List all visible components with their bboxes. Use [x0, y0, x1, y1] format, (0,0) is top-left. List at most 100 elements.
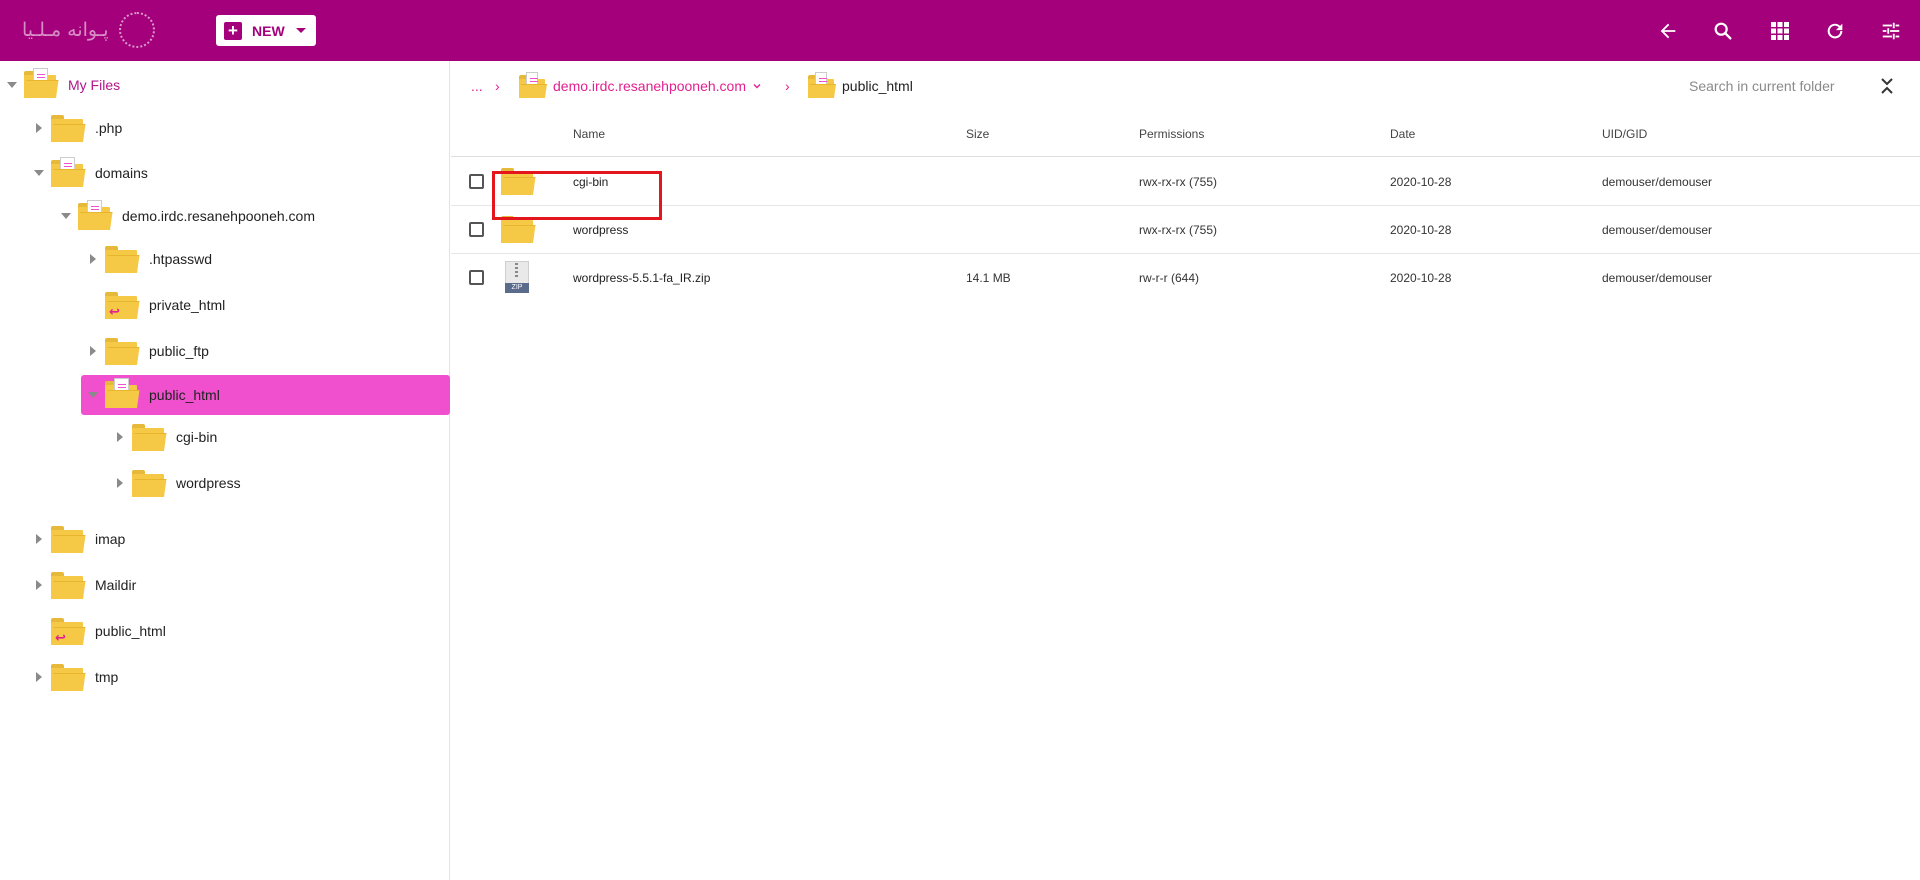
new-button[interactable]: + NEW	[216, 15, 316, 46]
folder-icon	[501, 216, 536, 243]
file-list-panel: ... › demo.irdc.resanehpooneh.com › publ…	[451, 61, 1920, 880]
search-icon[interactable]	[1708, 16, 1738, 46]
tree-item-maildir[interactable]: Maildir	[0, 566, 450, 604]
file-permissions: rw-r-r (644)	[1139, 271, 1199, 285]
folder-icon	[51, 115, 86, 142]
table-row[interactable]: cgi-bin rwx-rx-rx (755) 2020-10-28 demou…	[451, 158, 1920, 206]
expand-arrow-icon[interactable]	[33, 533, 45, 545]
folder-icon	[51, 664, 86, 691]
tree-item-public-ftp[interactable]: public_ftp	[0, 332, 450, 370]
tree-item-imap[interactable]: imap	[0, 520, 450, 558]
file-owner: demouser/demouser	[1602, 223, 1713, 237]
refresh-icon[interactable]	[1820, 16, 1850, 46]
tree-item-label: domains	[95, 165, 148, 181]
tree-item-tmp[interactable]: tmp	[0, 658, 450, 696]
zip-file-icon: ZIP	[505, 261, 529, 293]
chevron-right-icon: ›	[785, 78, 790, 94]
tree-item-label: .htpasswd	[149, 251, 213, 267]
tree-item-php[interactable]: .php	[0, 109, 450, 147]
caret-down-icon	[296, 28, 306, 33]
table-header: Name Size Permissions Date UID/GID	[451, 111, 1920, 157]
column-header-date[interactable]: Date	[1390, 127, 1415, 141]
file-owner: demouser/demouser	[1602, 271, 1713, 285]
file-date: 2020-10-28	[1390, 175, 1452, 189]
expand-arrow-icon[interactable]	[114, 477, 126, 489]
expand-arrow-icon[interactable]	[33, 122, 45, 134]
breadcrumb-label: demo.irdc.resanehpooneh.com	[553, 78, 747, 94]
file-permissions: rwx-rx-rx (755)	[1139, 175, 1217, 189]
column-header-size[interactable]: Size	[966, 127, 989, 141]
breadcrumb-item-domain[interactable]: demo.irdc.resanehpooneh.com	[519, 71, 762, 101]
chevron-right-icon: ›	[495, 78, 500, 94]
annotation-highlight-box	[492, 171, 662, 220]
symlink-folder-icon: ↩	[105, 292, 140, 319]
tree-item-htpasswd[interactable]: .htpasswd	[0, 240, 450, 278]
logo: پـوانه مـلـیا	[22, 10, 155, 50]
file-size: 14.1 MB	[966, 271, 1011, 285]
tree-item-public-html-selected[interactable]: public_html	[81, 375, 450, 415]
tree-item-label: tmp	[95, 669, 119, 685]
tree-item-demo-domain[interactable]: demo.irdc.resanehpooneh.com	[0, 197, 450, 235]
expand-arrow-icon[interactable]	[87, 253, 99, 265]
row-checkbox[interactable]	[469, 222, 484, 237]
expand-arrow-icon[interactable]	[87, 345, 99, 357]
file-date: 2020-10-28	[1390, 271, 1452, 285]
tree-item-label: imap	[95, 531, 126, 547]
tree-item-label: demo.irdc.resanehpooneh.com	[122, 208, 316, 224]
tree-item-label: .php	[95, 120, 123, 136]
column-header-name[interactable]: Name	[573, 127, 605, 141]
tree-item-private-html[interactable]: ↩ private_html	[0, 286, 450, 324]
new-button-label: NEW	[252, 22, 285, 39]
open-folder-icon	[51, 157, 86, 187]
tree-item-wordpress[interactable]: wordpress	[0, 464, 450, 502]
open-folder-icon	[519, 71, 547, 98]
symlink-folder-icon: ↩	[51, 618, 86, 645]
expand-arrow-icon[interactable]	[33, 671, 45, 683]
file-owner: demouser/demouser	[1602, 175, 1713, 189]
expand-arrow-icon[interactable]	[6, 79, 18, 91]
folder-icon	[51, 526, 86, 553]
row-checkbox[interactable]	[469, 270, 484, 285]
settings-sliders-icon[interactable]	[1876, 16, 1906, 46]
tree-item-label: public_ftp	[149, 343, 209, 359]
expand-arrow-icon[interactable]	[33, 167, 45, 179]
folder-icon	[105, 338, 140, 365]
tree-item-label: My Files	[68, 77, 121, 93]
folder-tree-sidebar: My Files .php domains demo.irdc.resanehp…	[0, 61, 450, 880]
tree-item-public-html-link[interactable]: ↩ public_html	[0, 612, 450, 650]
file-date: 2020-10-28	[1390, 223, 1452, 237]
file-name[interactable]: wordpress-5.5.1-fa_IR.zip	[573, 271, 710, 285]
expand-arrow-icon[interactable]	[60, 210, 72, 222]
chevron-down-icon[interactable]	[752, 81, 762, 91]
grid-view-icon[interactable]	[1765, 16, 1795, 46]
file-permissions: rwx-rx-rx (755)	[1139, 223, 1217, 237]
home-folder-icon	[24, 68, 59, 98]
file-name[interactable]: wordpress	[573, 223, 628, 237]
tree-item-my-files[interactable]: My Files	[0, 66, 450, 104]
search-input[interactable]	[1689, 74, 1869, 98]
folder-icon	[132, 424, 167, 451]
folder-icon	[132, 470, 167, 497]
tree-item-cgi-bin[interactable]: cgi-bin	[0, 418, 450, 456]
breadcrumb: ... › demo.irdc.resanehpooneh.com › publ…	[451, 61, 1920, 111]
tree-item-label: wordpress	[176, 475, 241, 491]
breadcrumb-item-current[interactable]: public_html	[808, 71, 913, 101]
folder-icon	[105, 246, 140, 273]
column-header-uid[interactable]: UID/GID	[1602, 127, 1647, 141]
open-folder-icon	[808, 71, 836, 98]
logo-emblem-icon	[118, 12, 155, 48]
table-row[interactable]: wordpress rwx-rx-rx (755) 2020-10-28 dem…	[451, 206, 1920, 254]
expand-arrow-icon[interactable]	[87, 389, 99, 401]
tree-item-label: public_html	[149, 387, 220, 403]
row-checkbox[interactable]	[469, 174, 484, 189]
tree-item-domains[interactable]: domains	[0, 154, 450, 192]
table-row[interactable]: ZIP wordpress-5.5.1-fa_IR.zip 14.1 MB rw…	[451, 254, 1920, 302]
file-manager-app: پـوانه مـلـیا + NEW My Files .php domain…	[0, 0, 1920, 880]
zip-tag: ZIP	[505, 283, 529, 293]
expand-arrow-icon[interactable]	[33, 579, 45, 591]
collapse-icon[interactable]	[1875, 74, 1899, 98]
expand-arrow-icon[interactable]	[114, 431, 126, 443]
breadcrumb-overflow[interactable]: ...	[471, 78, 483, 94]
column-header-permissions[interactable]: Permissions	[1139, 127, 1204, 141]
back-arrow-icon[interactable]	[1653, 16, 1683, 46]
